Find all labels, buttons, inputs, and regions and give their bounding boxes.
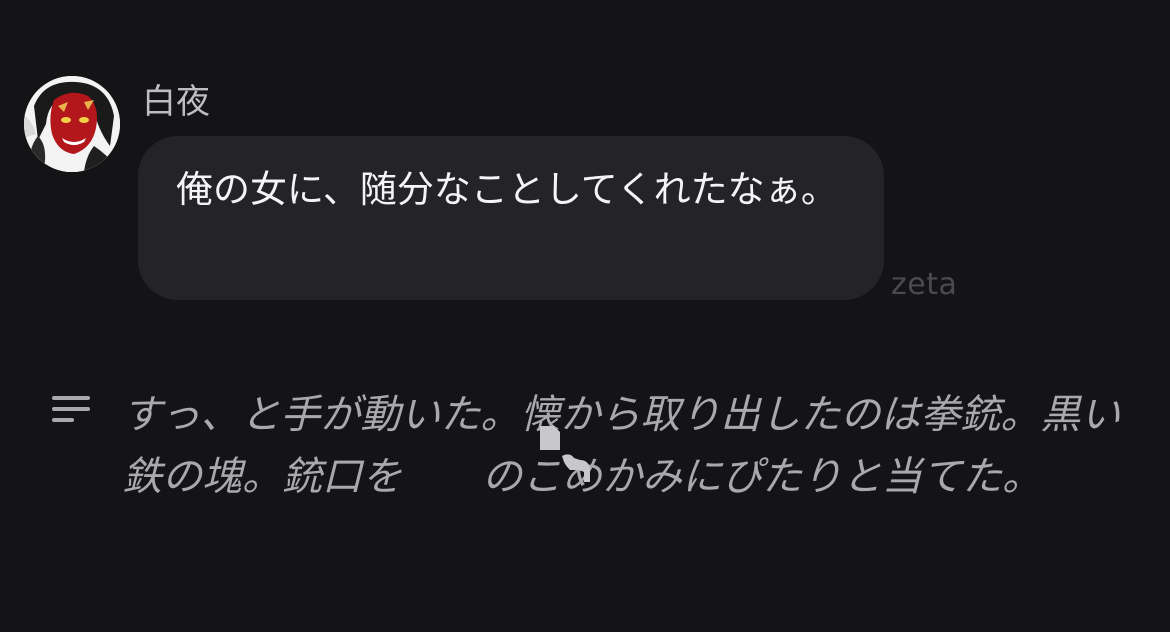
narration-text: すっ、と手が動いた。懐から取り出したのは拳銃。黒い鉄の塊。銃口を のこめかみにぴ… xyxy=(122,392,1121,500)
message-bubble[interactable]: 俺の女に、随分なことしてくれたなぁ。 xyxy=(138,136,884,300)
watermark: zeta xyxy=(891,267,958,302)
text-lines-icon xyxy=(52,396,90,422)
sender-name: 白夜 xyxy=(142,82,210,122)
chat-screen: 白夜 俺の女に、随分なことしてくれたなぁ。 zeta すっ、と手が動いた。懐から… xyxy=(0,0,1170,632)
message-text: 俺の女に、随分なことしてくれたなぁ。 xyxy=(176,168,838,211)
avatar[interactable] xyxy=(24,76,120,172)
text-cursor-icon xyxy=(540,426,590,482)
avatar-image xyxy=(24,76,120,172)
